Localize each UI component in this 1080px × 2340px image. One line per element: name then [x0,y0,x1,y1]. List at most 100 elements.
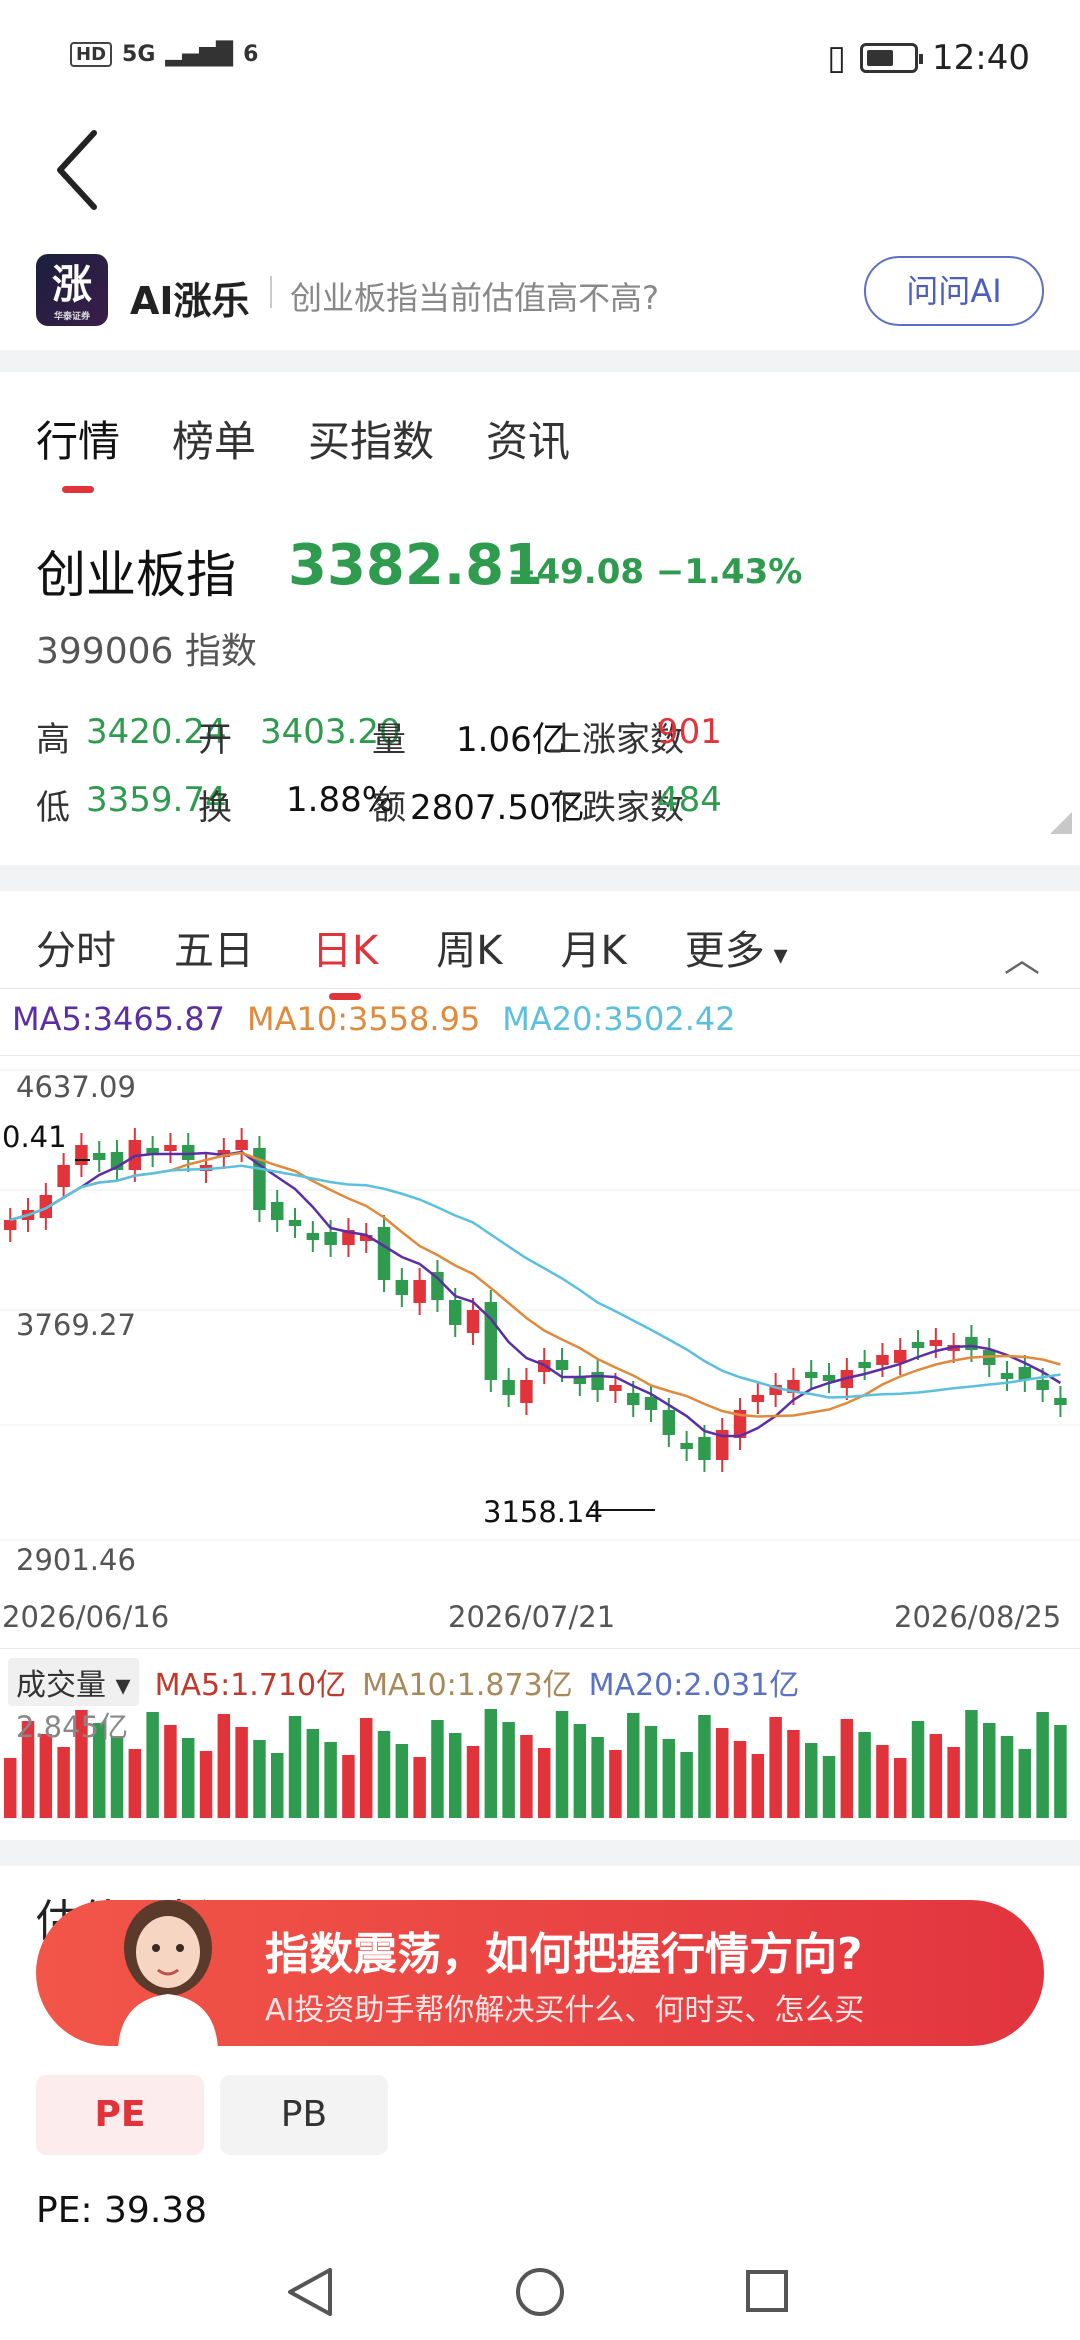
pb-button[interactable]: PB [220,2075,388,2155]
section-gap [0,350,1080,372]
ai-logo: 涨 华泰证券 [36,254,108,326]
candle [431,1272,444,1300]
up-count-value: 901 [657,712,722,752]
tab-intraday[interactable]: 分时 [36,918,116,976]
candle [929,1340,943,1346]
volume-bar [680,1752,693,1818]
volume-bar [57,1747,70,1818]
volume-bar [911,1721,925,1818]
volume-bar [288,1716,302,1818]
candle [805,1372,818,1378]
volume-bar [342,1755,355,1818]
candle [57,1165,70,1187]
volume-legend: 成交量 ▾ MA5:1.710亿 MA10:1.873亿 MA20:2.031亿 [8,1658,799,1706]
price-axis-top: 4637.09 [16,1070,136,1104]
expand-corner-icon[interactable] [1050,812,1072,834]
volume-bar [573,1724,587,1818]
low-marker-label: 3158.14 [483,1495,603,1529]
assistant-avatar [118,1900,218,2050]
nav-recents-icon[interactable] [746,2270,788,2312]
candle [324,1232,337,1245]
tab-news[interactable]: 资讯 [486,408,570,469]
volume-bar [555,1711,569,1818]
volume-bar [769,1717,782,1818]
vol-ma10-label: MA10:1.873亿 [362,1668,573,1703]
volume-peak-label: 2.845亿 [16,1710,129,1744]
section-gap [0,865,1080,891]
candle [965,1337,978,1350]
volume-bar [484,1709,498,1818]
candle [911,1342,925,1348]
candle [662,1410,676,1435]
volume-bar [235,1727,248,1818]
volume-bar [199,1751,213,1818]
candle [1036,1380,1049,1390]
period-tabs: 分时 五日 日K 周K 月K 更多 [36,918,788,1000]
price-axis-bottom: 2901.46 [16,1543,136,1577]
ask-ai-button[interactable]: 问问AI [864,256,1044,326]
vibrate-icon: ▯ [827,38,847,78]
clock: 12:40 [932,38,1030,78]
volume-bar [377,1731,391,1818]
volume-bar [644,1726,658,1818]
ma5-label: MA5:3465.87 [12,1000,225,1038]
candle [4,1220,17,1230]
signal-icon: 5G [122,42,156,67]
volume-bar [627,1713,640,1818]
low-label: 低 [36,788,70,828]
volume-bar [1054,1725,1067,1818]
index-name: 创业板指 [36,546,236,604]
volume-bar [1000,1736,1014,1818]
volume-bar [324,1742,337,1818]
tab-daily-k[interactable]: 日K [312,918,378,1000]
back-icon[interactable] [50,125,110,215]
volume-label: 量 [372,720,406,760]
collapse-chevron-icon[interactable]: ︿ [1004,930,1040,982]
ma10-label: MA10:3558.95 [246,1000,481,1038]
hd-icon: HD [70,42,113,67]
tab-monthly-k[interactable]: 月K [560,918,626,976]
pe-button[interactable]: PE [36,2075,204,2155]
ai-assistant-bar: 涨 华泰证券 AI涨乐 创业板指当前估值高不高? 问问AI [0,248,1080,338]
banner-subtitle: AI投资助手帮你解决买什么、何时买、怎么买 [265,1993,865,2028]
volume-bar [787,1730,800,1818]
tab-rankings[interactable]: 榜单 [172,408,256,469]
volume-bar [662,1739,676,1818]
quote-stats: 高 3420.24 开 3403.20 量 1.06亿 上涨家数 901 低 3… [36,712,1046,848]
banner-title: 指数震荡，如何把握行情方向? [265,1929,863,1980]
candle [413,1280,426,1303]
tab-market[interactable]: 行情 [36,408,120,493]
tab-five-day[interactable]: 五日 [174,918,254,976]
volume-bar [182,1738,195,1818]
candle [271,1202,284,1220]
volume-selector[interactable]: 成交量 ▾ [8,1658,139,1706]
wifi-icon: 6 [243,42,259,67]
volume-bar [449,1733,462,1818]
volume-bar [716,1728,729,1818]
candle [1000,1373,1014,1379]
candle [75,1145,88,1165]
nav-back-icon[interactable] [288,2268,332,2316]
open-label: 开 [198,720,232,760]
volume-bar [413,1757,426,1818]
volume-bar [805,1743,818,1818]
nav-home-icon[interactable] [516,2268,564,2316]
volume-bar [1018,1749,1032,1818]
ai-question[interactable]: 创业板指当前估值高不高? [290,273,659,319]
volume-bar [876,1745,889,1818]
tab-buy-index[interactable]: 买指数 [308,408,434,469]
candle [466,1310,480,1333]
tab-weekly-k[interactable]: 周K [436,918,502,976]
date-start: 2026/06/16 [2,1600,170,1634]
volume-bar [1036,1712,1049,1818]
volume-bar [39,1734,53,1818]
volume-bar [4,1758,17,1818]
turnover-label: 换 [198,788,232,828]
volume-bar [858,1732,871,1818]
candle [502,1380,515,1395]
volume-bar [822,1756,836,1818]
tab-more[interactable]: 更多 [685,918,788,976]
candle [822,1375,836,1381]
volume-bar [217,1714,231,1818]
amount-label: 额 [372,788,406,828]
